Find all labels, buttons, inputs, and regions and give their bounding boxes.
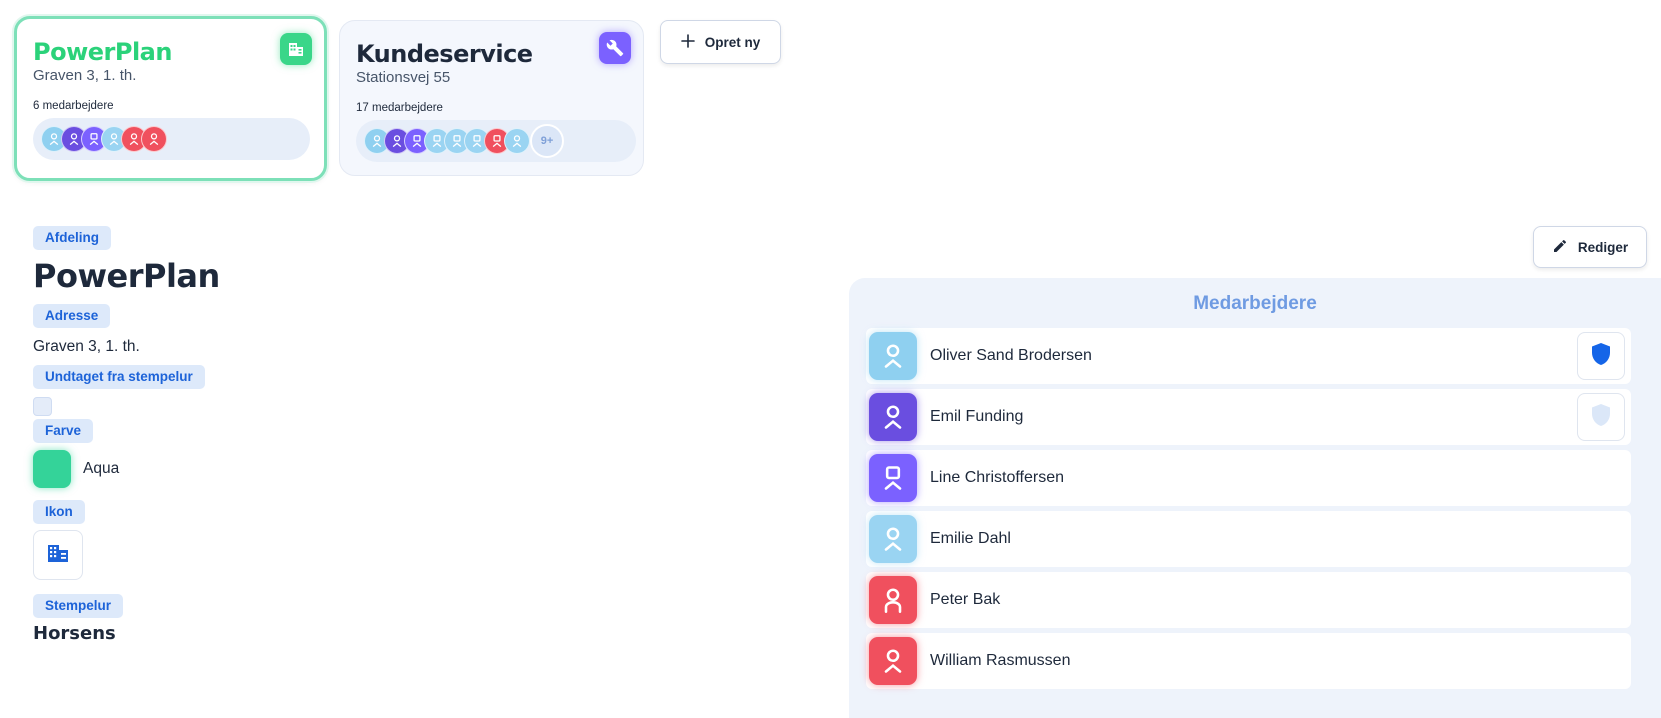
employee-name: Peter Bak: [930, 591, 1001, 608]
department-card-title: PowerPlan: [33, 38, 172, 66]
department-card-address: Stationsvej 55: [356, 69, 451, 86]
employee-avatar: [869, 332, 917, 380]
department-card-avatars: [33, 118, 310, 160]
building-icon: [280, 33, 312, 65]
employee-avatar: [869, 454, 917, 502]
edit-button-label: Rediger: [1577, 239, 1629, 255]
pencil-icon: [1552, 238, 1568, 257]
color-swatch: [33, 450, 71, 488]
department-card-avatars: 9+: [356, 120, 636, 162]
clock-value: Horsens: [33, 623, 116, 644]
department-details: Afdeling PowerPlan Adresse Graven 3, 1. …: [33, 226, 793, 644]
employees-list: Oliver Sand Brodersen Emil Funding Line Ch…: [866, 328, 1631, 689]
color-name: Aqua: [83, 460, 120, 477]
department-card-address: Graven 3, 1. th.: [33, 67, 137, 84]
employees-panel: Medarbejdere Oliver Sand Brodersen Emil F…: [849, 278, 1661, 718]
employee-avatar: [869, 576, 917, 624]
employee-row[interactable]: Emil Funding: [866, 389, 1631, 445]
department-card-title: Kundeservice: [356, 40, 533, 68]
exempt-checkbox[interactable]: [33, 397, 52, 416]
more-employees-badge: 9+: [530, 124, 564, 158]
department-card-powerplan[interactable]: PowerPlan Graven 3, 1. th. 6 medarbejder…: [14, 16, 327, 181]
employee-name: Emilie Dahl: [930, 530, 1011, 547]
icon-label: Ikon: [33, 500, 85, 524]
clock-label: Stempelur: [33, 594, 124, 618]
building-icon: [48, 544, 68, 567]
edit-button[interactable]: Rediger: [1533, 226, 1647, 268]
department-card-kundeservice[interactable]: Kundeservice Stationsvej 55 17 medarbejd…: [339, 20, 644, 176]
icon-picker[interactable]: [33, 530, 83, 580]
shield-icon: [1590, 403, 1612, 432]
employee-avatar: [869, 637, 917, 685]
department-name: PowerPlan: [33, 257, 220, 295]
department-card-employee-count: 6 medarbejdere: [33, 100, 114, 112]
employee-name: William Rasmussen: [930, 652, 1071, 669]
address-label: Adresse: [33, 304, 111, 328]
employees-title: Medarbejdere: [1193, 293, 1317, 314]
create-department-button[interactable]: Opret ny: [660, 20, 781, 64]
employee-name: Emil Funding: [930, 408, 1024, 425]
employee-row[interactable]: Line Christoffersen: [866, 450, 1631, 506]
color-row: Aqua: [33, 450, 793, 488]
color-label: Farve: [33, 419, 94, 443]
shield-icon: [1590, 342, 1612, 371]
plus-icon: [680, 33, 695, 51]
employee-avatar: [869, 515, 917, 563]
create-department-label: Opret ny: [704, 34, 761, 50]
wrench-icon: [599, 32, 631, 64]
employee-avatar: [141, 126, 167, 152]
admin-toggle-button[interactable]: [1577, 332, 1625, 380]
department-card-employee-count: 17 medarbejdere: [356, 102, 443, 114]
department-cards: PowerPlan Graven 3, 1. th. 6 medarbejder…: [14, 16, 644, 181]
employee-avatar: [504, 128, 530, 154]
employee-name: Oliver Sand Brodersen: [930, 347, 1092, 364]
employee-row[interactable]: Peter Bak: [866, 572, 1631, 628]
employee-name: Line Christoffersen: [930, 469, 1064, 486]
admin-toggle-button[interactable]: [1577, 393, 1625, 441]
employee-row[interactable]: Oliver Sand Brodersen: [866, 328, 1631, 384]
employee-row[interactable]: William Rasmussen: [866, 633, 1631, 689]
employee-avatar: [869, 393, 917, 441]
address-value: Graven 3, 1. th.: [33, 338, 140, 355]
employee-row[interactable]: Emilie Dahl: [866, 511, 1631, 567]
section-label-afdeling: Afdeling: [33, 226, 111, 250]
exempt-label: Undtaget fra stempelur: [33, 365, 205, 389]
